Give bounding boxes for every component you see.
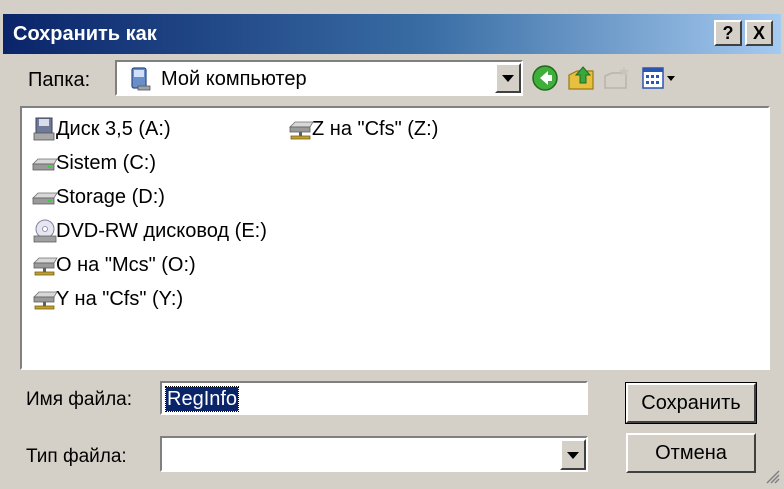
hard-drive-icon: [32, 184, 58, 210]
up-folder-icon[interactable]: [566, 63, 596, 93]
list-item-label: Диск 3,5 (A:): [56, 118, 171, 140]
save-button[interactable]: Сохранить: [625, 382, 757, 424]
file-list[interactable]: Диск 3,5 (A:) Sistem (C:) Storage (D:) D…: [20, 106, 770, 370]
dvd-drive-icon: [32, 218, 58, 244]
list-item-label: DVD-RW дисковод (E:): [56, 220, 267, 242]
save-as-dialog: Сохранить как ? X Папка: Мой компьютер Д…: [0, 0, 784, 488]
network-drive-icon: [32, 252, 58, 278]
list-item-label: Y на "Cfs" (Y:): [56, 288, 184, 310]
filename-value: RegInfo: [164, 386, 240, 412]
chevron-down-icon: [502, 75, 514, 82]
folder-combo-value: Мой компьютер: [161, 68, 307, 90]
list-item-label: Z на "Cfs" (Z:): [312, 118, 439, 140]
filename-label: Имя файла:: [26, 389, 133, 410]
network-drive-icon: [32, 286, 58, 312]
network-drive-icon: [288, 116, 314, 142]
cancel-button[interactable]: Отмена: [626, 433, 756, 473]
list-item-label: O на "Mcs" (O:): [56, 254, 196, 276]
folder-label: Папка:: [28, 69, 91, 91]
filetype-select[interactable]: [160, 436, 588, 472]
filename-input[interactable]: RegInfo: [160, 381, 588, 415]
close-button[interactable]: X: [745, 20, 773, 46]
folder-combo[interactable]: Мой компьютер: [115, 60, 523, 96]
list-item-label: Sistem (C:): [56, 152, 156, 174]
list-item-label: Storage (D:): [56, 186, 165, 208]
my-computer-icon: [129, 66, 153, 97]
filetype-dropdown-button[interactable]: [560, 439, 586, 470]
filetype-label: Тип файла:: [26, 446, 127, 467]
chevron-down-icon: [567, 451, 579, 459]
hard-drive-icon: [32, 150, 58, 176]
folder-dropdown-button[interactable]: [495, 63, 521, 93]
view-menu-icon[interactable]: [640, 63, 680, 93]
window-title: Сохранить как: [13, 23, 157, 45]
title-bar[interactable]: Сохранить как ? X: [3, 14, 781, 54]
help-button[interactable]: ?: [714, 20, 742, 46]
new-folder-icon[interactable]: [602, 63, 632, 93]
back-icon[interactable]: [530, 63, 560, 93]
resize-grip-icon[interactable]: [764, 468, 780, 484]
floppy-drive-icon: [32, 116, 58, 142]
